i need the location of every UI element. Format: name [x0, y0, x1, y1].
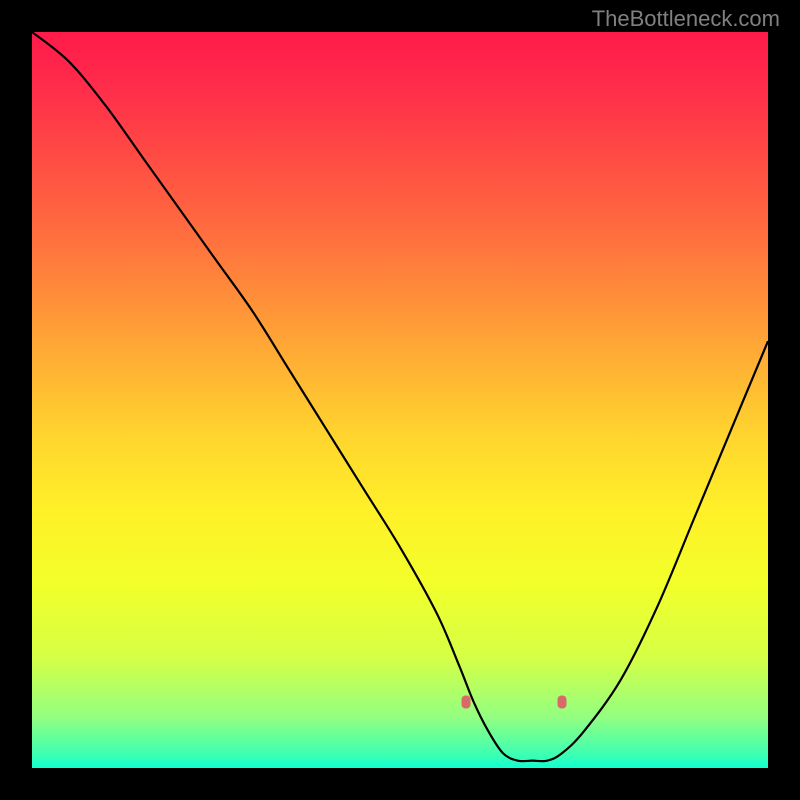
watermark-text: TheBottleneck.com — [592, 6, 780, 32]
optimal-range-marker-right — [557, 695, 566, 708]
plot-area — [32, 32, 768, 768]
marker-layer — [32, 32, 768, 768]
optimal-range-marker-left — [462, 695, 471, 708]
